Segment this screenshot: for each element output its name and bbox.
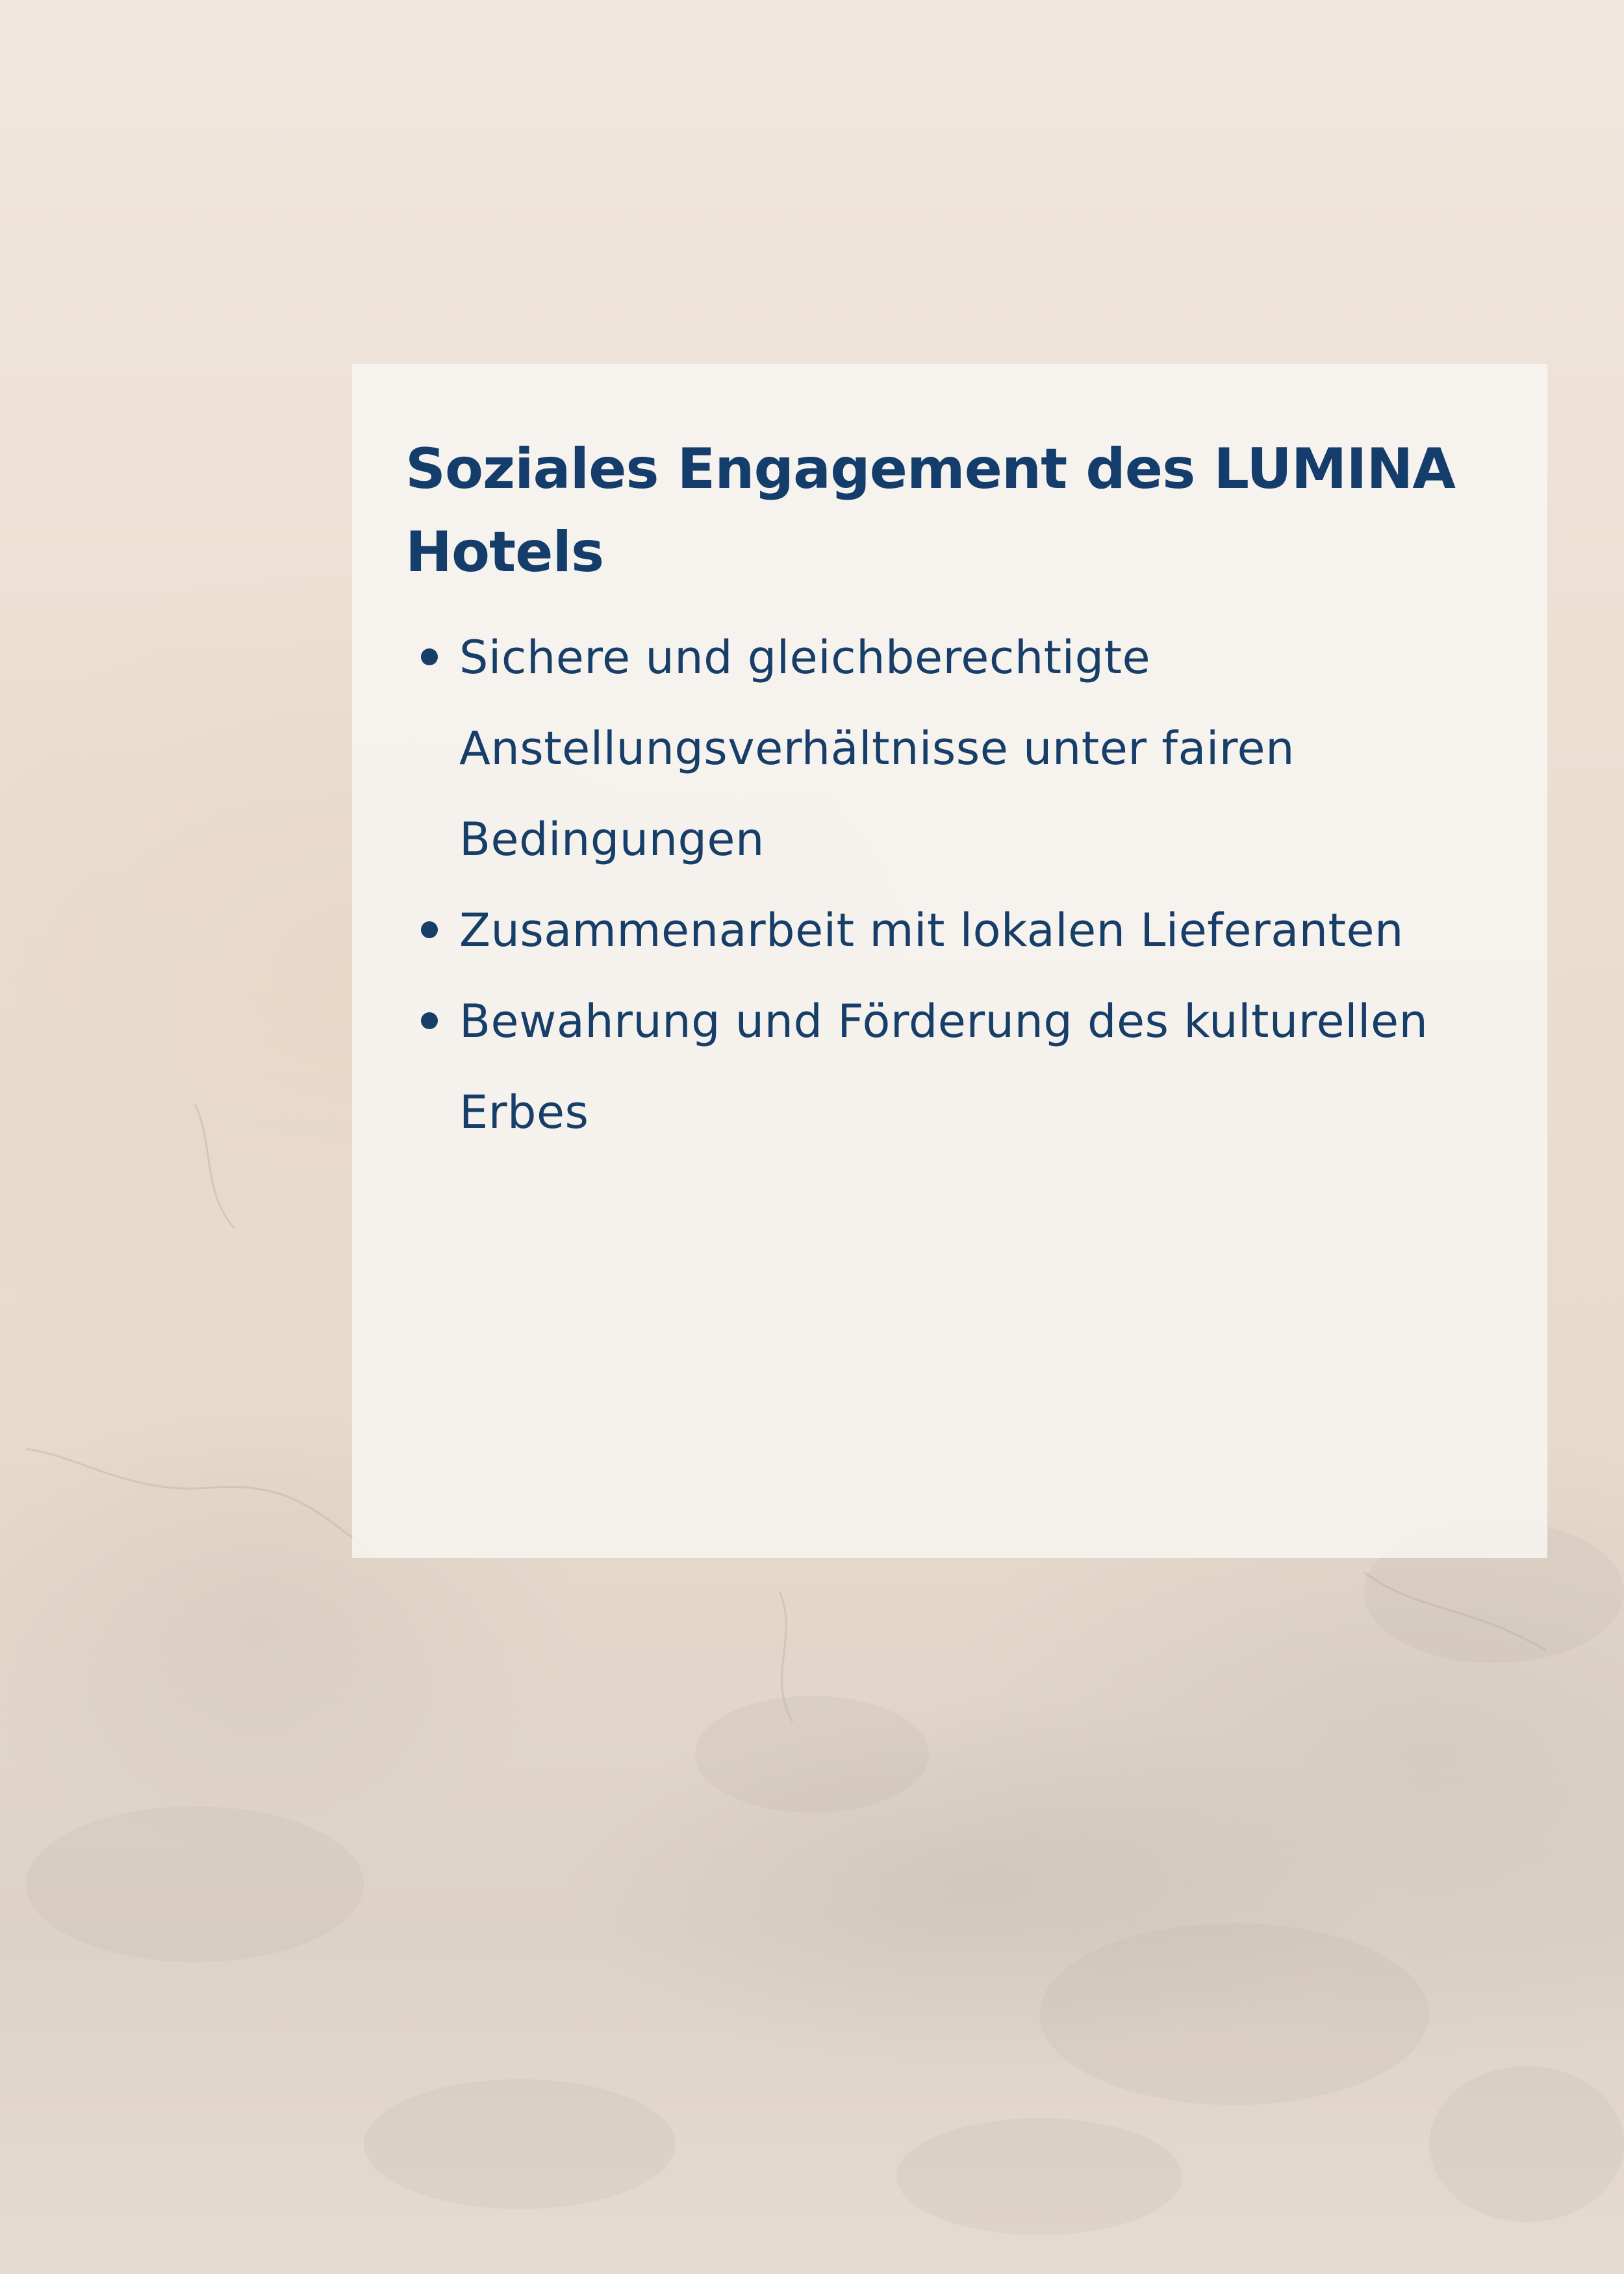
bullet-icon	[421, 1012, 438, 1029]
bullet-list: Sichere und gleichberechtigte Anstellung…	[405, 612, 1494, 1158]
list-item: Sichere und gleichberechtigte Anstellung…	[405, 612, 1494, 885]
bullet-icon	[421, 921, 438, 938]
list-item: Bewahrung und Förderung des kulturellen …	[405, 976, 1494, 1158]
bullet-icon	[421, 648, 438, 665]
page: { "panel": { "title": "Soziales Engageme…	[0, 0, 1624, 2274]
info-panel: Soziales Engagement des LUMINA Hotels Si…	[352, 364, 1547, 1558]
list-item-text: Bewahrung und Förderung des kulturellen …	[459, 995, 1428, 1139]
list-item-text: Sichere und gleichberechtigte Anstellung…	[459, 631, 1295, 866]
panel-title: Soziales Engagement des LUMINA Hotels	[405, 437, 1456, 585]
list-item-text: Zusammenarbeit mit lokalen Lieferanten	[459, 904, 1404, 957]
list-item: Zusammenarbeit mit lokalen Lieferanten	[405, 885, 1494, 976]
